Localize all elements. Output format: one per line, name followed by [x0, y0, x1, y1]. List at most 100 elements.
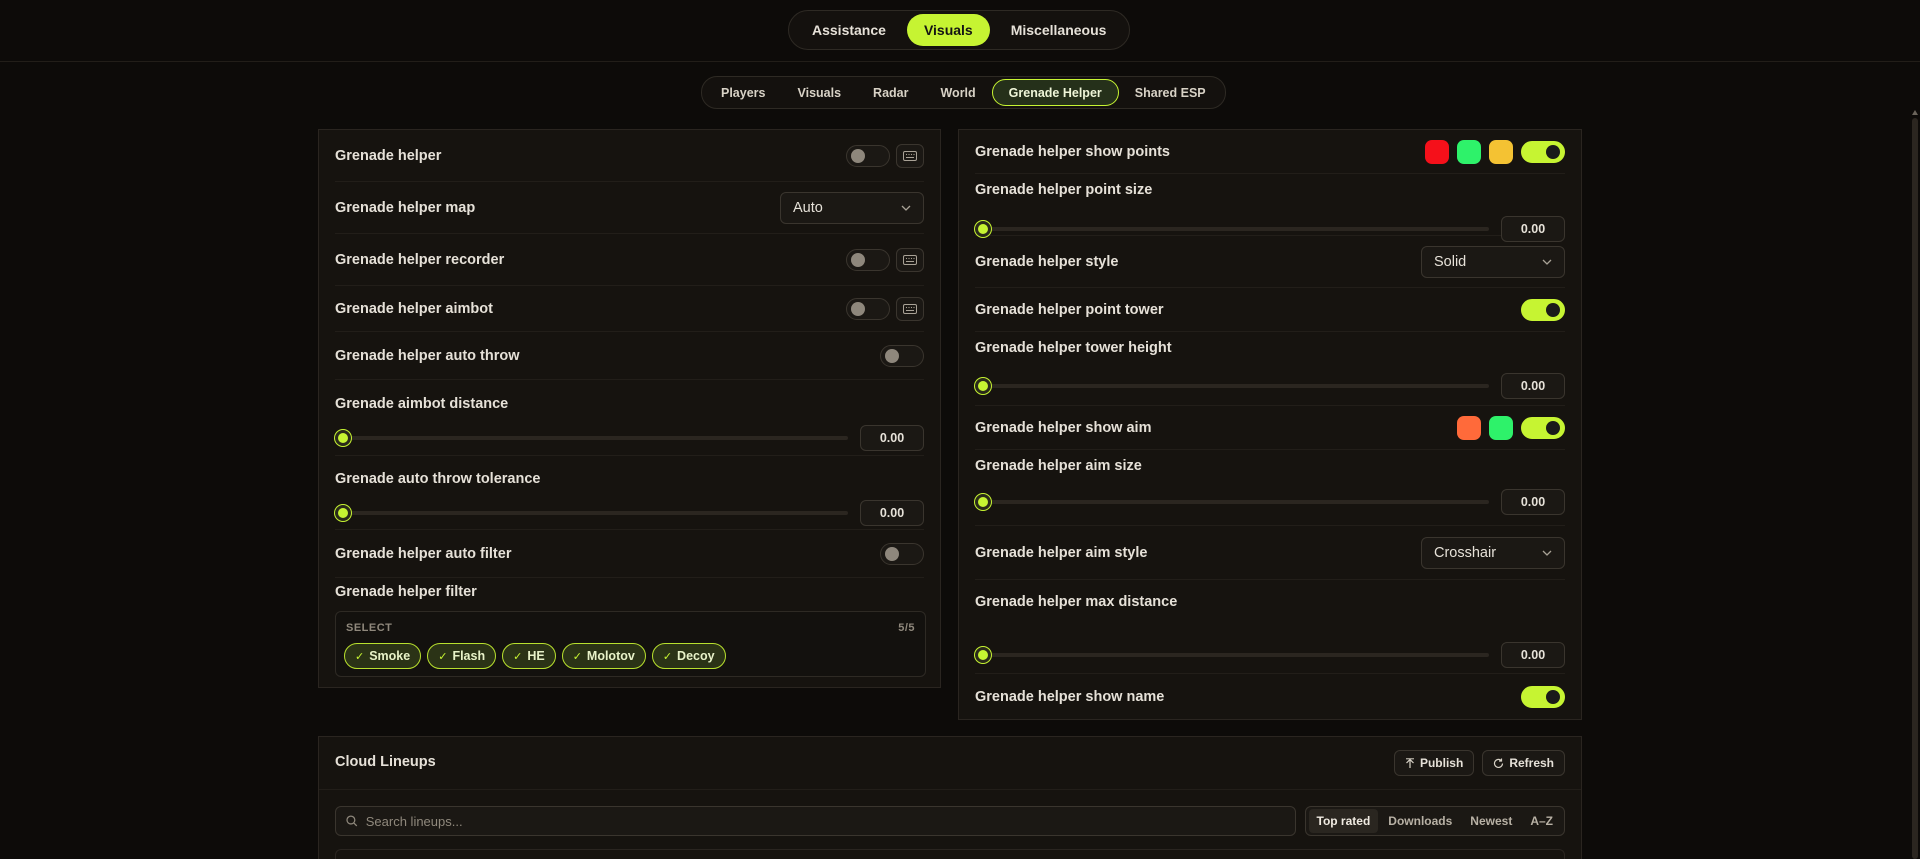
color-swatch-yellow[interactable]	[1489, 139, 1513, 164]
sort-top-rated[interactable]: Top rated	[1308, 809, 1379, 833]
setting-label: Grenade helper point tower	[975, 301, 1164, 318]
color-swatch-red[interactable]	[1425, 139, 1449, 164]
chip-molotov[interactable]: ✓ Molotov	[561, 643, 646, 669]
grenade-auto-throw-tolerance-slider[interactable]	[335, 505, 351, 521]
check-icon: ✓	[438, 650, 448, 663]
value-box[interactable]: 0.00	[860, 500, 924, 526]
chip-label: Decoy	[677, 649, 715, 663]
tab-miscellaneous[interactable]: Miscellaneous	[994, 14, 1124, 46]
show-aim-toggle[interactable]	[1521, 416, 1565, 439]
color-swatch-orange[interactable]	[1457, 415, 1481, 440]
point-tower-toggle[interactable]	[1521, 298, 1565, 321]
value-box[interactable]: 0.00	[1501, 373, 1565, 399]
tower-height-slider[interactable]	[975, 378, 991, 394]
setting-label: Grenade helper max distance	[975, 594, 1178, 610]
select-value: Solid	[1434, 253, 1467, 270]
setting-grenade-helper-aimbot: Grenade helper aimbot	[335, 286, 924, 332]
refresh-label: Refresh	[1509, 756, 1554, 770]
chip-smoke[interactable]: ✓ Smoke	[344, 643, 422, 669]
setting-label: Grenade helper recorder	[335, 251, 505, 268]
sort-tabs: Top rated Downloads Newest A–Z	[1304, 806, 1565, 836]
setting-style: Grenade helper style Solid	[975, 236, 1565, 288]
setting-show-aim: Grenade helper show aim	[975, 406, 1565, 450]
tab-visuals[interactable]: Visuals	[906, 14, 990, 46]
color-swatch-green[interactable]	[1457, 139, 1481, 164]
check-icon: ✓	[355, 650, 365, 663]
keyboard-icon	[903, 254, 917, 265]
value-box[interactable]: 0.00	[1501, 489, 1565, 515]
setting-max-distance: Grenade helper max distance 0.00	[975, 580, 1565, 674]
chip-label: HE	[527, 649, 545, 663]
setting-label: Grenade helper show points	[975, 143, 1170, 160]
slider-track	[983, 384, 1489, 388]
subtab-shared-esp[interactable]: Shared ESP	[1119, 79, 1222, 106]
setting-label: Grenade helper filter	[335, 584, 477, 600]
slider-track	[343, 436, 848, 440]
color-swatch-green[interactable]	[1489, 415, 1513, 440]
subtab-world[interactable]: World	[924, 79, 991, 106]
chip-decoy[interactable]: ✓ Decoy	[651, 643, 726, 669]
setting-label: Grenade auto throw tolerance	[335, 471, 541, 487]
sort-a-z[interactable]: A–Z	[1522, 809, 1561, 833]
cloud-lineups-panel: Cloud Lineups Publish Refresh Top rated …	[318, 736, 1582, 859]
subtab-players[interactable]: Players	[705, 79, 781, 106]
slider-track	[983, 500, 1489, 504]
chip-flash[interactable]: ✓ Flash	[427, 643, 497, 669]
aim-size-slider[interactable]	[975, 494, 991, 510]
grenade-helper-aimbot-toggle[interactable]	[846, 297, 890, 320]
slider-track	[343, 511, 848, 515]
check-icon: ✓	[572, 650, 582, 663]
setting-label: Grenade helper aim style	[975, 544, 1148, 561]
setting-grenade-helper: Grenade helper	[335, 130, 924, 182]
setting-point-size: Grenade helper point size 0.00	[975, 174, 1565, 242]
show-name-toggle[interactable]	[1521, 686, 1565, 708]
tab-assistance[interactable]: Assistance	[795, 14, 903, 46]
setting-grenade-aimbot-distance: Grenade aimbot distance 0.00	[335, 380, 924, 456]
subtab-radar[interactable]: Radar	[857, 79, 924, 106]
grenade-aimbot-distance-slider[interactable]	[335, 430, 351, 446]
setting-label: Grenade helper map	[335, 199, 476, 216]
point-size-slider[interactable]	[975, 221, 991, 237]
setting-label: Grenade helper tower height	[975, 340, 1172, 356]
style-select[interactable]: Solid	[1421, 245, 1565, 278]
scroll-thumb[interactable]	[1912, 118, 1918, 859]
keybind-button[interactable]	[896, 296, 924, 321]
divider	[319, 789, 1581, 790]
grenade-helper-map-select[interactable]: Auto	[780, 191, 924, 224]
sort-newest[interactable]: Newest	[1462, 809, 1520, 833]
setting-show-points: Grenade helper show points	[975, 130, 1565, 174]
chip-label: Smoke	[369, 649, 411, 663]
subtab-grenade-helper[interactable]: Grenade Helper	[991, 79, 1119, 106]
setting-grenade-helper-map: Grenade helper map Auto	[335, 182, 924, 234]
value-box[interactable]: 0.00	[1501, 642, 1565, 668]
show-points-toggle[interactable]	[1521, 140, 1565, 163]
grenade-helper-auto-filter-toggle[interactable]	[880, 542, 924, 565]
chevron-down-icon	[1542, 550, 1552, 556]
setting-aim-size: Grenade helper aim size 0.00	[975, 450, 1565, 526]
page-scrollbar[interactable]	[1912, 110, 1918, 859]
scroll-up-icon[interactable]	[1912, 110, 1918, 115]
refresh-button[interactable]: Refresh	[1482, 750, 1565, 776]
setting-point-tower: Grenade helper point tower	[975, 288, 1565, 332]
aim-style-select[interactable]: Crosshair	[1421, 536, 1565, 569]
chip-he[interactable]: ✓ HE	[502, 643, 556, 669]
grenade-helper-toggle[interactable]	[846, 144, 890, 167]
sort-downloads[interactable]: Downloads	[1380, 809, 1460, 833]
value-box[interactable]: 0.00	[860, 425, 924, 451]
max-distance-slider[interactable]	[975, 647, 991, 663]
select-count: 5/5	[898, 622, 915, 634]
keybind-button[interactable]	[896, 247, 924, 272]
chevron-down-icon	[1542, 259, 1552, 265]
search-icon	[346, 815, 358, 827]
search-lineups[interactable]	[335, 806, 1296, 836]
grenade-filter-multiselect: SELECT 5/5 ✓ Smoke ✓ Flash ✓ HE ✓ Molotov ✓ D…	[335, 611, 926, 677]
keybind-button[interactable]	[896, 143, 924, 168]
grenade-helper-recorder-toggle[interactable]	[846, 248, 890, 271]
setting-grenade-helper-auto-filter: Grenade helper auto filter	[335, 530, 924, 578]
grenade-helper-auto-throw-toggle[interactable]	[880, 344, 924, 367]
publish-button[interactable]: Publish	[1393, 750, 1475, 776]
setting-grenade-auto-throw-tolerance: Grenade auto throw tolerance 0.00	[335, 456, 924, 530]
refresh-icon	[1494, 758, 1504, 768]
search-input[interactable]	[365, 813, 1285, 829]
subtab-visuals[interactable]: Visuals	[781, 79, 857, 106]
